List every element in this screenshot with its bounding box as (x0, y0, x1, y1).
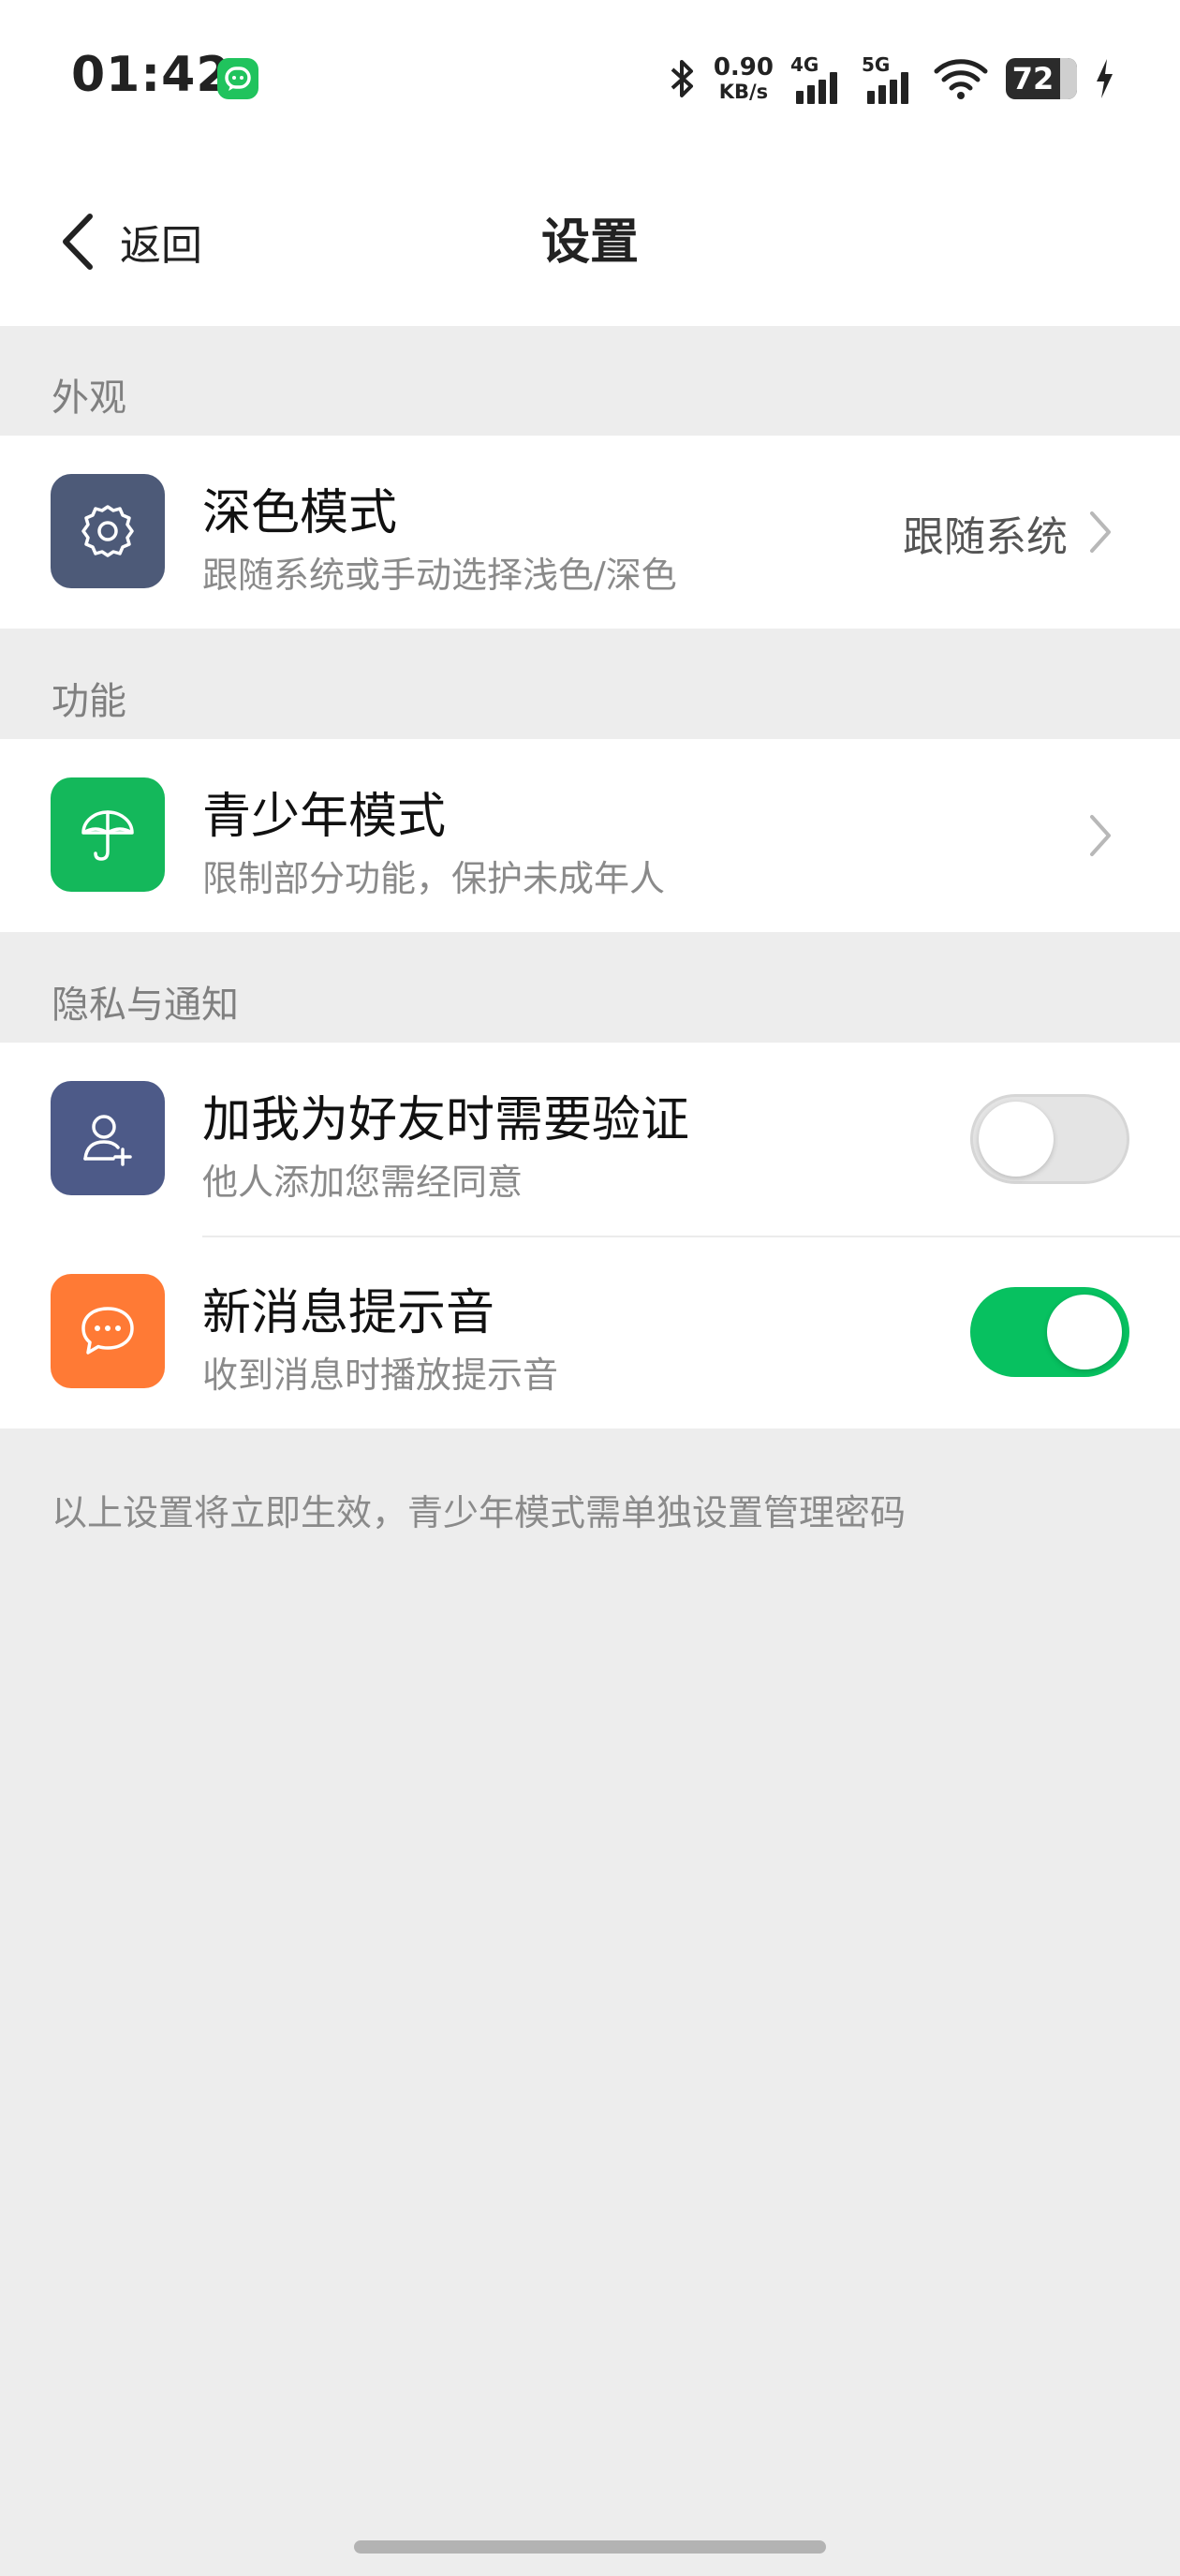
section-header-privacy: 隐私与通知 (52, 984, 239, 1027)
toggle-knob (1047, 1295, 1122, 1369)
battery-percent: 72 (1011, 61, 1055, 96)
youth-mode-subtitle: 限制部分功能，保护未成年人 (202, 858, 666, 899)
net-speed-value: 0.90 (713, 53, 774, 81)
privacy-card: 加我为好友时需要验证 他人添加您需经同意 新消息提示音 收到消息时播放提示音 (0, 1043, 1180, 1429)
sim1-signal-icon: 4G (790, 53, 845, 104)
chat-bubble-icon (217, 58, 258, 99)
settings-footnote: 以上设置将立即生效，青少年模式需单独设置管理密码 (52, 1492, 907, 1533)
dark-mode-value: 跟随系统 (903, 513, 1068, 561)
section-header-appearance: 外观 (52, 377, 126, 420)
chevron-right-icon (1090, 511, 1111, 553)
add-user-icon (51, 1081, 165, 1195)
dark-mode-row[interactable]: 深色模式 跟随系统或手动选择浅色/深色 跟随系统 (0, 436, 1180, 629)
status-bar: 01:42 0.90 KB/s 4G 5G 72 (0, 0, 1180, 159)
youth-mode-title: 青少年模式 (202, 789, 447, 845)
status-indicators: 0.90 KB/s 4G 5G 72 (669, 51, 1114, 107)
features-card: 青少年模式 限制部分功能，保护未成年人 (0, 739, 1180, 932)
wifi-icon (934, 59, 988, 99)
message-sound-toggle[interactable] (970, 1287, 1129, 1377)
sim2-signal-icon: 5G (862, 53, 916, 104)
dark-mode-subtitle: 跟随系统或手动选择浅色/深色 (202, 555, 677, 596)
bluetooth-icon (671, 60, 693, 97)
network-speed: 0.90 KB/s (714, 55, 774, 102)
appearance-card: 深色模式 跟随系统或手动选择浅色/深色 跟随系统 (0, 436, 1180, 629)
charging-bolt-icon (1097, 59, 1113, 98)
message-sound-row: 新消息提示音 收到消息时播放提示音 (0, 1236, 1180, 1429)
section-header-features: 功能 (52, 680, 126, 723)
gear-icon (51, 474, 165, 588)
chevron-right-icon (1090, 815, 1111, 856)
toggle-knob (979, 1102, 1054, 1177)
friend-verify-title: 加我为好友时需要验证 (202, 1092, 690, 1148)
status-time: 01:42 (71, 47, 231, 103)
page-title: 设置 (540, 215, 639, 271)
message-sound-subtitle: 收到消息时播放提示音 (202, 1355, 559, 1396)
message-dots-icon (51, 1274, 165, 1388)
friend-verify-subtitle: 他人添加您需经同意 (202, 1162, 524, 1203)
youth-mode-row[interactable]: 青少年模式 限制部分功能，保护未成年人 (0, 739, 1180, 932)
friend-verify-row: 加我为好友时需要验证 他人添加您需经同意 (0, 1043, 1180, 1236)
friend-verify-toggle[interactable] (970, 1094, 1129, 1184)
battery-icon: 72 (1006, 58, 1077, 99)
message-sound-title: 新消息提示音 (202, 1285, 495, 1341)
umbrella-icon (51, 777, 165, 892)
dark-mode-title: 深色模式 (202, 485, 398, 541)
home-indicator[interactable] (354, 2540, 826, 2554)
nav-bar: 返回 设置 (0, 159, 1180, 326)
net-speed-unit: KB/s (718, 81, 769, 103)
